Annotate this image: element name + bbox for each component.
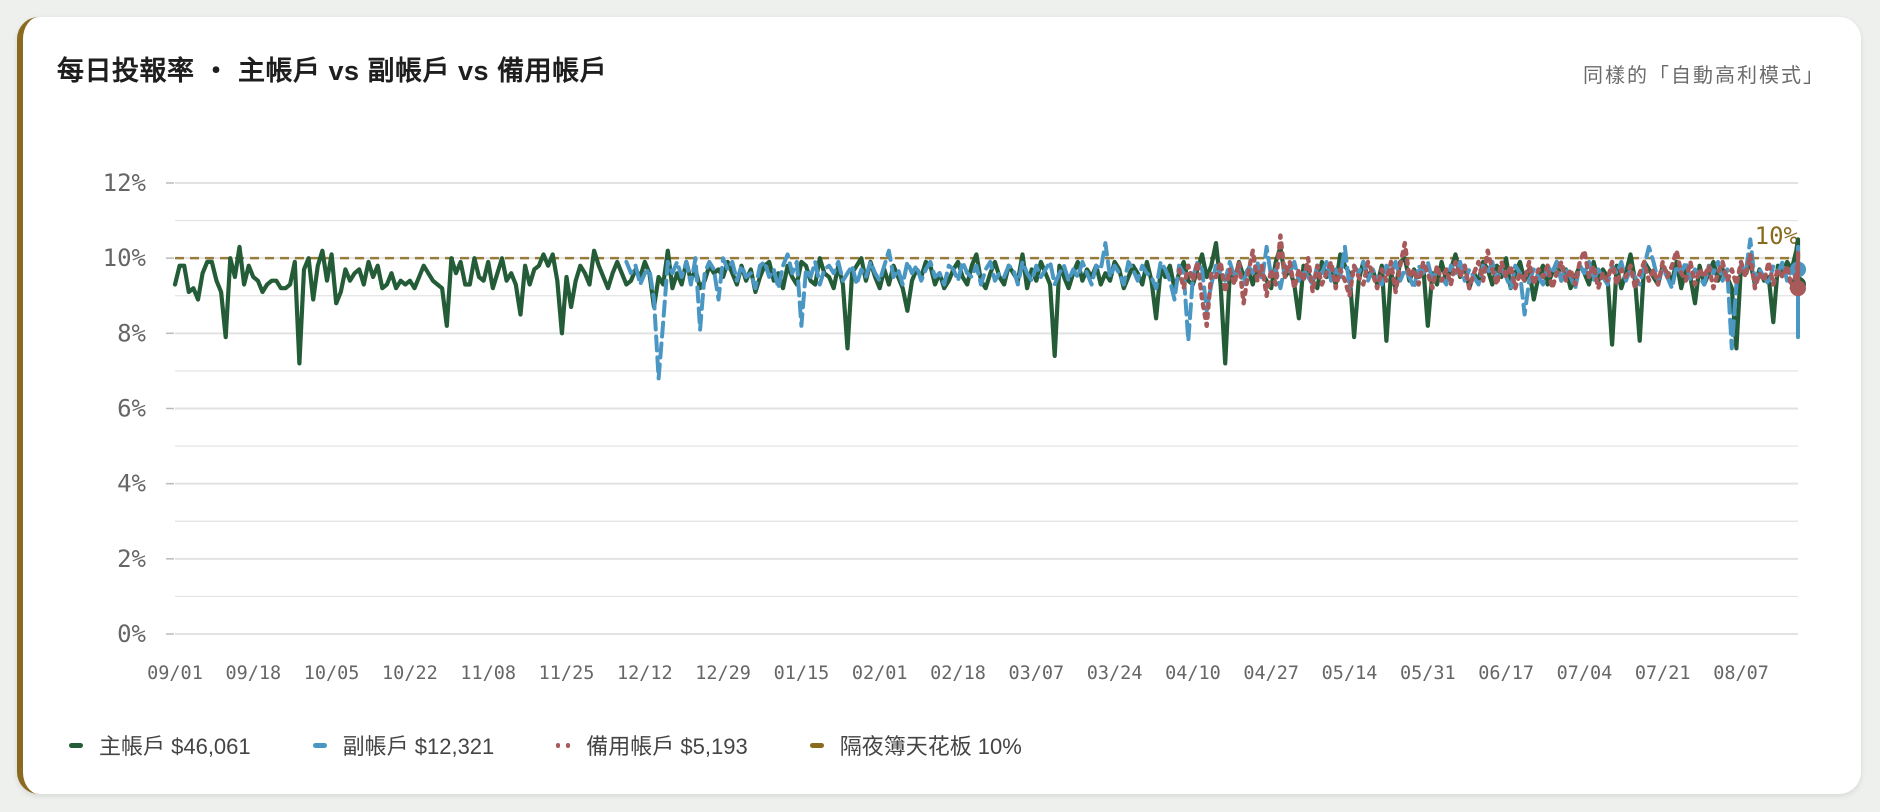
- y-tick-label-5: 10%: [103, 244, 147, 272]
- x-tick-label-9: 02/01: [852, 663, 908, 684]
- x-tick-label-13: 04/10: [1165, 663, 1221, 684]
- y-tick-label-1: 2%: [117, 545, 146, 573]
- y-tick-label-0: 0%: [117, 620, 146, 648]
- x-tick-label-14: 04/27: [1243, 663, 1299, 684]
- x-tick-label-15: 05/14: [1322, 663, 1378, 684]
- ceiling-label: 10%: [1755, 222, 1799, 250]
- series-end-marker-2: [1790, 280, 1806, 297]
- x-tick-label-2: 10/05: [304, 663, 360, 684]
- x-tick-label-17: 06/17: [1478, 663, 1534, 684]
- x-tick-label-3: 10/22: [382, 663, 438, 684]
- x-tick-label-7: 12/29: [695, 663, 751, 684]
- y-tick-label-3: 6%: [117, 395, 146, 423]
- x-tick-label-19: 07/21: [1635, 663, 1691, 684]
- x-tick-label-8: 01/15: [774, 663, 830, 684]
- y-tick-label-6: 12%: [103, 169, 147, 197]
- y-tick-label-2: 4%: [117, 470, 146, 498]
- x-tick-label-6: 12/12: [617, 663, 673, 684]
- x-tick-label-18: 07/04: [1557, 663, 1613, 684]
- x-tick-label-4: 11/08: [460, 663, 516, 684]
- x-tick-label-0: 09/01: [147, 663, 203, 684]
- x-tick-label-10: 02/18: [930, 663, 986, 684]
- x-tick-label-12: 03/24: [1087, 663, 1143, 684]
- y-tick-label-4: 8%: [117, 319, 146, 347]
- x-tick-label-11: 03/07: [1008, 663, 1064, 684]
- x-tick-label-16: 05/31: [1400, 663, 1456, 684]
- x-tick-label-1: 09/18: [225, 663, 281, 684]
- x-tick-label-20: 08/07: [1713, 663, 1769, 684]
- line-chart: 0% 2% 4% 6% 8% 10% 12% 09/01 09/18 10/05 10/22 11/0…: [103, 169, 1806, 684]
- x-tick-label-5: 11/25: [539, 663, 595, 684]
